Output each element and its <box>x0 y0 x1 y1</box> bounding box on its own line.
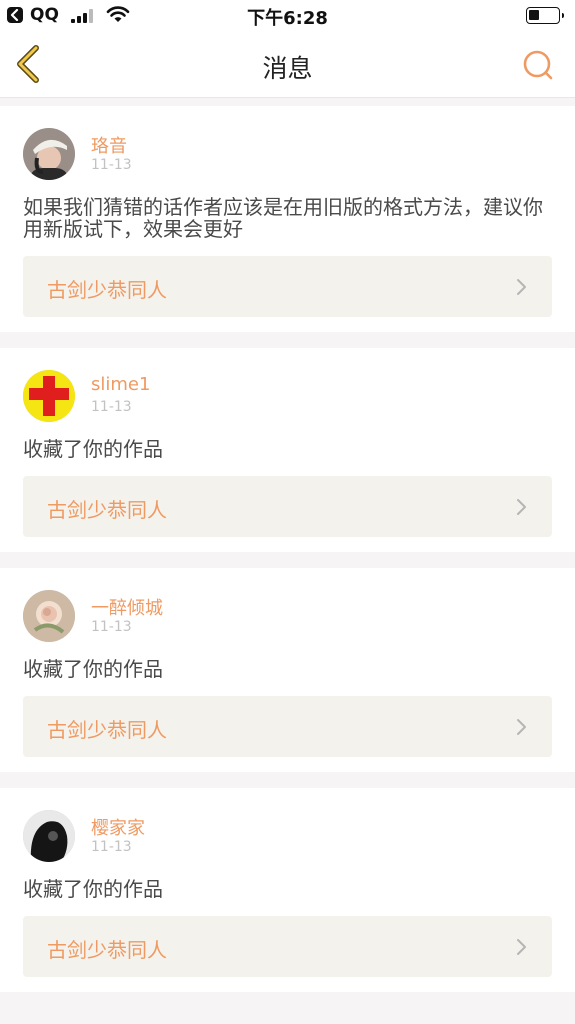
message-list: 珞音 11-13 如果我们猜错的话作者应该是在用旧版的格式方法，建议你用新版试下… <box>0 106 575 1008</box>
chevron-right-icon <box>517 279 526 295</box>
work-link[interactable]: 古剑少恭同人 <box>23 696 552 757</box>
username[interactable]: 一醉倾城 <box>91 594 163 620</box>
message-card: 一醉倾城 11-13 收藏了你的作品 古剑少恭同人 <box>0 568 575 772</box>
avatar[interactable] <box>23 370 75 422</box>
avatar[interactable] <box>23 128 75 180</box>
message-card: 珞音 11-13 如果我们猜错的话作者应该是在用旧版的格式方法，建议你用新版试下… <box>0 106 575 332</box>
message-card: 樱家家 11-13 收藏了你的作品 古剑少恭同人 <box>0 788 575 992</box>
work-link-label: 古剑少恭同人 <box>47 278 167 302</box>
chevron-right-icon <box>517 939 526 955</box>
chevron-right-icon <box>517 719 526 735</box>
message-date: 11-13 <box>91 839 132 855</box>
page-title: 消息 <box>262 54 313 83</box>
chevron-right-icon <box>517 499 526 515</box>
message-text: 收藏了你的作品 <box>23 437 163 461</box>
battery-icon <box>526 7 564 24</box>
username[interactable]: slime1 <box>91 374 150 395</box>
message-date: 11-13 <box>91 619 132 635</box>
avatar[interactable] <box>23 590 75 642</box>
message-card: slime1 11-13 收藏了你的作品 古剑少恭同人 <box>0 348 575 552</box>
username[interactable]: 珞音 <box>91 132 127 158</box>
work-link-label: 古剑少恭同人 <box>47 718 167 742</box>
work-link[interactable]: 古剑少恭同人 <box>23 916 552 977</box>
status-time: 下午6:28 <box>247 8 328 29</box>
message-text: 如果我们猜错的话作者应该是在用旧版的格式方法，建议你用新版试下，效果会更好 <box>23 195 543 241</box>
work-link-label: 古剑少恭同人 <box>47 498 167 522</box>
status-bar: QQ 下午6:28 <box>0 0 575 32</box>
message-text: 收藏了你的作品 <box>23 877 163 901</box>
message-date: 11-13 <box>91 157 132 173</box>
message-date: 11-13 <box>91 399 132 415</box>
search-button[interactable] <box>520 47 556 83</box>
message-text: 收藏了你的作品 <box>23 657 163 681</box>
username[interactable]: 樱家家 <box>91 814 145 840</box>
work-link[interactable]: 古剑少恭同人 <box>23 476 552 537</box>
work-link[interactable]: 古剑少恭同人 <box>23 256 552 317</box>
avatar[interactable] <box>23 810 75 862</box>
work-link-label: 古剑少恭同人 <box>47 938 167 962</box>
nav-bar: 消息 <box>0 32 575 98</box>
search-icon <box>523 50 553 80</box>
